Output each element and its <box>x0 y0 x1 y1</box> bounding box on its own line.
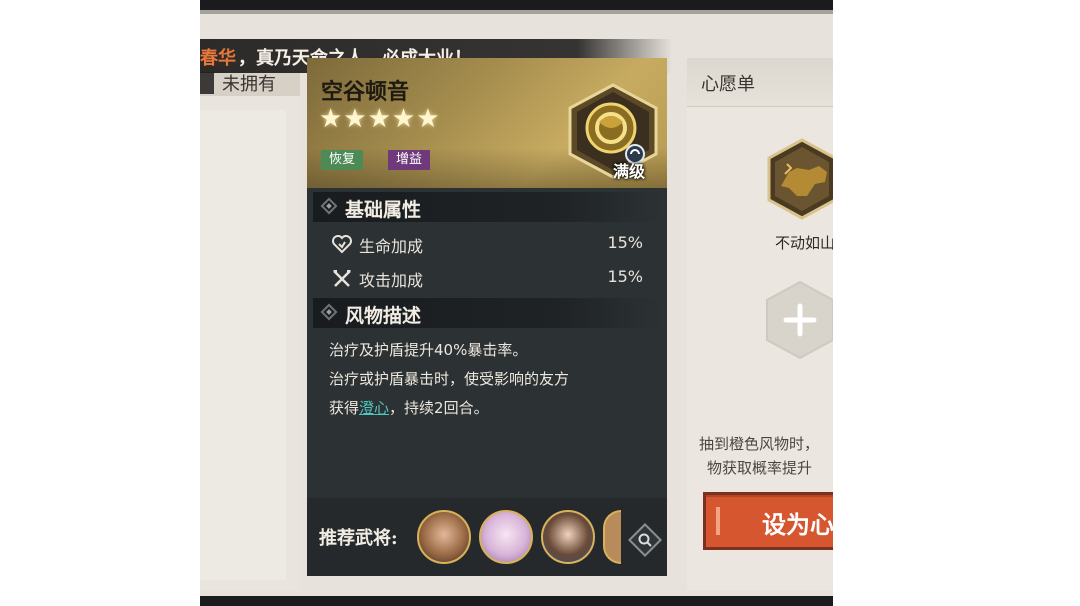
set-wish-button-label: 设为心愿 <box>762 510 833 539</box>
attribute-value: 15% <box>607 233 643 252</box>
item-list-area <box>200 110 286 580</box>
description-line: 获得澄心，持续2回合。 <box>329 394 649 423</box>
attribute-name: 攻击加成 <box>359 271 424 290</box>
attributes-title: 基础属性 <box>345 199 422 221</box>
status-keyword-link[interactable]: 澄心 <box>359 399 389 417</box>
wishlist-note: 抽到橙色风物时， 物获取概率提升 <box>699 432 833 480</box>
tab-marker <box>200 72 214 94</box>
magnifier-icon <box>638 533 652 547</box>
description-text: 获得 <box>329 399 360 417</box>
wish-item-hex-icon[interactable] <box>767 138 833 220</box>
general-avatar[interactable] <box>541 510 595 564</box>
description-line: 治疗或护盾暴击时，使受影响的友方 <box>329 370 570 388</box>
ownership-tab-label: 未拥有 <box>222 74 276 95</box>
top-dark-strip <box>200 0 833 10</box>
description-text: ，持续2回合。 <box>389 399 489 417</box>
bottom-dark-strip <box>200 596 833 606</box>
attribute-name: 生命加成 <box>359 237 424 256</box>
attribute-value: 15% <box>607 267 643 286</box>
magnifier-button[interactable] <box>628 523 662 557</box>
attributes-section-header: 基础属性 <box>313 192 661 222</box>
description-line: 治疗及护盾提升40%暴击率。 <box>329 341 528 359</box>
wishlist-note-line: 物获取概率提升 <box>707 459 813 477</box>
owned-filter-panel: 未拥有 <box>200 66 300 590</box>
wishlist-panel: 心愿单 不动如山 抽到橙色风物时， 物获取概率提升 设为心愿 <box>687 58 833 590</box>
general-avatar[interactable] <box>479 510 533 564</box>
general-avatar[interactable] <box>417 510 471 564</box>
wishlist-note-line: 抽到橙色风物时， <box>699 435 820 453</box>
item-detail-card: 空谷顿音 ★★★★★ 恢复 增益 满级 基础属性 生命加成 15% 攻击加成 1… <box>307 58 667 576</box>
general-avatar[interactable] <box>603 510 621 564</box>
tag-heal: 恢复 <box>321 150 364 170</box>
attribute-row: 攻击加成 15% <box>327 266 643 290</box>
diamond-bullet-icon <box>320 303 338 321</box>
description-title: 风物描述 <box>345 305 422 327</box>
max-level-badge: 满级 <box>613 162 646 181</box>
tag-buff: 增益 <box>388 150 431 170</box>
heart-icon <box>332 235 352 254</box>
wish-item-name: 不动如山 <box>775 234 833 252</box>
description-section-header: 风物描述 <box>313 298 661 328</box>
item-description: 治疗及护盾提升40%暴击率。 治疗或护盾暴击时，使受影响的友方 获得澄心，持续2… <box>329 336 649 423</box>
add-wish-button[interactable] <box>765 280 833 360</box>
diamond-bullet-icon <box>320 197 338 215</box>
crossed-swords-icon <box>333 270 351 287</box>
rarity-stars: ★★★★★ <box>319 104 441 134</box>
banner-name-highlight: 春华 <box>200 48 236 69</box>
button-accent-bar <box>716 507 720 535</box>
recommended-generals-bar: 推荐武将: <box>307 498 667 576</box>
attribute-row: 生命加成 15% <box>327 232 643 256</box>
item-name: 空谷顿音 <box>321 79 410 105</box>
wishlist-title: 心愿单 <box>701 74 755 95</box>
recommended-label: 推荐武将: <box>319 528 398 549</box>
wishlist-header: 心愿单 <box>687 58 833 107</box>
game-screen: 未拥有 春华 ，真乃天命之人，必成大业！ 空谷顿音 ★★★★★ 恢复 增益 满级… <box>200 0 833 606</box>
top-divider <box>200 10 833 14</box>
set-wish-button[interactable]: 设为心愿 <box>703 492 833 550</box>
